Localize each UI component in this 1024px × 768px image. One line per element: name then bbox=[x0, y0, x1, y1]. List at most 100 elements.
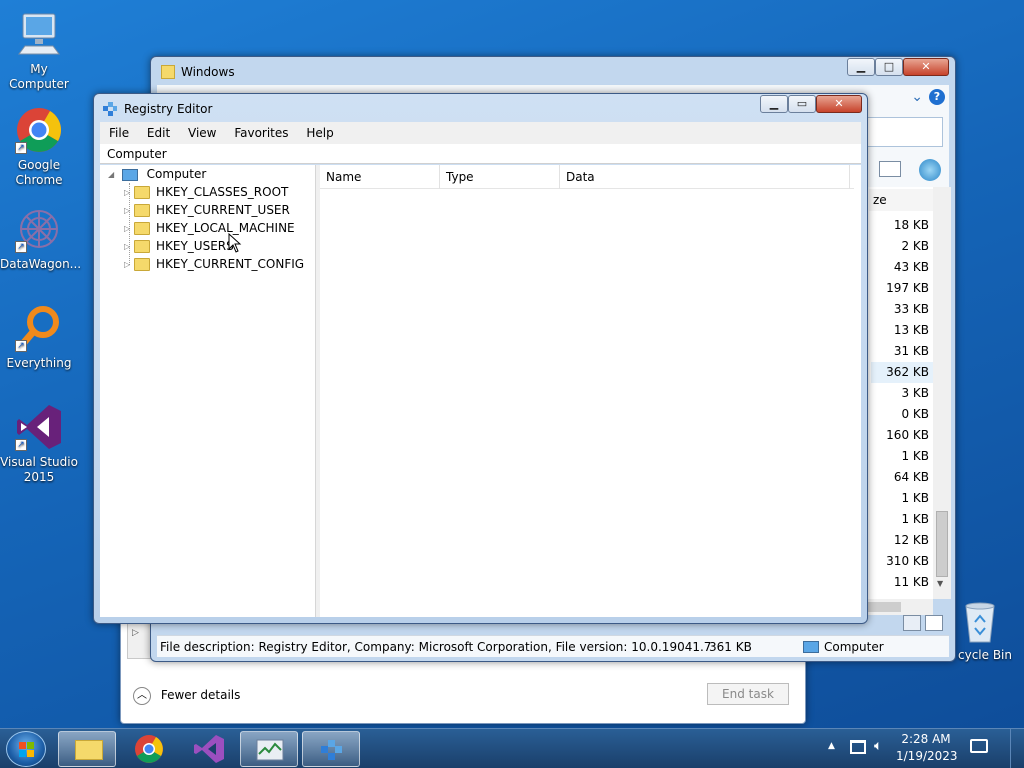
desktop-icon-label: cycle Bin bbox=[958, 648, 1012, 662]
menu-favorites[interactable]: Favorites bbox=[234, 126, 288, 140]
explorer-title: Windows bbox=[181, 65, 235, 79]
tree-label: HKEY_CURRENT_CONFIG bbox=[156, 257, 305, 271]
menu-help[interactable]: Help bbox=[306, 126, 333, 140]
expand-arrow-icon[interactable]: ▷ bbox=[124, 238, 134, 256]
network-globe-icon[interactable] bbox=[919, 159, 941, 181]
left-scroll-arrow-icon[interactable]: ▷ bbox=[132, 628, 139, 638]
taskbar-chrome[interactable] bbox=[120, 731, 178, 767]
horizontal-scrollbar[interactable] bbox=[857, 599, 933, 615]
tree-label: HKEY_CLASSES_ROOT bbox=[156, 185, 289, 199]
clock-date: 1/19/2023 bbox=[896, 749, 958, 763]
start-button[interactable] bbox=[6, 731, 46, 767]
chrome-icon: ↗ bbox=[15, 106, 63, 154]
registry-editor-window: Registry Editor ▁ ▭ ✕ File Edit View Fav… bbox=[93, 93, 868, 624]
taskbar-explorer[interactable] bbox=[58, 731, 116, 767]
tree-item-hkcc[interactable]: ▷ HKEY_CURRENT_CONFIG bbox=[124, 255, 304, 273]
status-location: Computer bbox=[824, 640, 884, 654]
notification-icon[interactable] bbox=[970, 739, 988, 753]
chevron-up-icon: ︿ bbox=[133, 686, 151, 705]
status-size: 361 KB bbox=[709, 640, 752, 654]
desktop-icon-my-computer[interactable]: My Computer bbox=[0, 10, 78, 92]
clock-time: 2:28 AM bbox=[901, 732, 951, 746]
minimize-button[interactable]: ▁ bbox=[847, 58, 875, 76]
desktop-icon-datawagon[interactable]: ↗ DataWagon... bbox=[0, 205, 81, 272]
values-header: Name Type Data bbox=[320, 165, 854, 189]
fewer-details-button[interactable]: ︿ Fewer details bbox=[133, 684, 240, 706]
file-size-cell: 3 KB bbox=[901, 386, 929, 400]
column-header-name[interactable]: Name bbox=[320, 165, 440, 189]
tree-pane: ◢ Computer ▷ HKEY_CLASSES_ROOT ▷ HKEY_CURR… bbox=[100, 165, 316, 617]
help-icon[interactable]: ? bbox=[929, 89, 945, 105]
expand-arrow-icon[interactable]: ▷ bbox=[124, 202, 134, 220]
tree-item-hku[interactable]: ▷ HKEY_USERS bbox=[124, 237, 234, 255]
file-size-cell: 362 KB bbox=[871, 362, 933, 383]
chevron-down-icon[interactable]: ⌄ bbox=[911, 89, 923, 105]
folder-icon bbox=[161, 65, 175, 79]
task-manager-icon bbox=[256, 739, 284, 761]
file-size-cell: 1 KB bbox=[901, 491, 929, 505]
file-size-cell: 11 KB bbox=[893, 575, 929, 589]
tree-label: HKEY_USERS bbox=[156, 239, 234, 253]
close-button[interactable]: ✕ bbox=[903, 58, 949, 76]
desktop-icon-chrome[interactable]: ↗ Google Chrome bbox=[0, 106, 78, 188]
maximize-button[interactable]: □ bbox=[875, 58, 903, 76]
expand-arrow-icon[interactable]: ▷ bbox=[124, 220, 134, 238]
scroll-down-arrow-icon[interactable]: ▼ bbox=[937, 579, 943, 588]
show-hidden-icons-icon[interactable]: ▲ bbox=[828, 741, 835, 751]
column-header-type[interactable]: Type bbox=[440, 165, 560, 189]
show-desktop-button[interactable] bbox=[1010, 729, 1024, 768]
tree-label: HKEY_LOCAL_MACHINE bbox=[156, 221, 295, 235]
address-bar[interactable]: Computer bbox=[100, 144, 861, 164]
menu-edit[interactable]: Edit bbox=[147, 126, 170, 140]
maximize-button[interactable]: ▭ bbox=[788, 95, 816, 113]
folder-icon bbox=[75, 740, 103, 760]
expand-arrow-icon[interactable]: ▷ bbox=[124, 184, 134, 202]
size-column-header[interactable]: ze bbox=[869, 189, 933, 211]
network-icon[interactable] bbox=[850, 740, 866, 754]
tree-root-computer[interactable]: ◢ Computer bbox=[108, 165, 206, 183]
desktop-icon-label: My Computer bbox=[9, 62, 69, 91]
desktop-icon-visual-studio[interactable]: ↗ Visual Studio 2015 bbox=[0, 403, 78, 485]
minimize-button[interactable]: ▁ bbox=[760, 95, 788, 113]
tree-item-hkcu[interactable]: ▷ HKEY_CURRENT_USER bbox=[124, 201, 290, 219]
chrome-icon bbox=[135, 735, 163, 763]
clock[interactable]: 2:28 AM 1/19/2023 bbox=[896, 731, 958, 765]
taskbar-task-manager[interactable] bbox=[240, 731, 298, 767]
desktop-icon-label: Google Chrome bbox=[15, 158, 63, 187]
tree-item-hkcr[interactable]: ▷ HKEY_CLASSES_ROOT bbox=[124, 183, 288, 201]
explorer-titlebar[interactable]: Windows ▁ □ ✕ bbox=[151, 57, 955, 85]
windows-logo-icon bbox=[19, 742, 34, 757]
taskbar-registry-editor[interactable] bbox=[302, 731, 360, 767]
address-text: Computer bbox=[107, 147, 167, 161]
volume-icon[interactable]: 🔈︎ bbox=[874, 738, 882, 754]
close-button[interactable]: ✕ bbox=[816, 95, 862, 113]
details-view-icon[interactable] bbox=[903, 615, 921, 631]
large-icons-view-icon[interactable] bbox=[925, 615, 943, 631]
menu-view[interactable]: View bbox=[188, 126, 216, 140]
visual-studio-icon bbox=[194, 735, 224, 763]
menu-file[interactable]: File bbox=[109, 126, 129, 140]
scrollbar-thumb[interactable] bbox=[936, 511, 948, 577]
folder-icon bbox=[134, 186, 150, 199]
regedit-titlebar[interactable]: Registry Editor ▁ ▭ ✕ bbox=[94, 94, 867, 122]
tree-item-hklm[interactable]: ▷ HKEY_LOCAL_MACHINE bbox=[124, 219, 295, 237]
collapse-arrow-icon[interactable]: ◢ bbox=[108, 166, 118, 184]
column-header-data[interactable]: Data bbox=[560, 165, 850, 189]
expand-arrow-icon[interactable]: ▷ bbox=[124, 256, 134, 274]
tree-label: Computer bbox=[146, 167, 207, 181]
end-task-button[interactable]: End task bbox=[707, 683, 789, 705]
registry-editor-icon bbox=[321, 740, 342, 760]
taskbar-visual-studio[interactable] bbox=[180, 731, 238, 767]
file-size-cell: 31 KB bbox=[893, 344, 929, 358]
registry-editor-icon bbox=[102, 101, 118, 117]
desktop-icon-everything[interactable]: ↗ Everything bbox=[0, 304, 78, 371]
preview-pane-icon[interactable] bbox=[879, 161, 901, 177]
shortcut-arrow-icon: ↗ bbox=[15, 142, 27, 154]
magnifier-icon: ↗ bbox=[15, 304, 63, 352]
desktop-icon-label: Everything bbox=[6, 356, 72, 370]
file-size-cell: 160 KB bbox=[886, 428, 929, 442]
folder-icon bbox=[134, 240, 150, 253]
folder-icon bbox=[134, 222, 150, 235]
vertical-scrollbar[interactable]: ▼ bbox=[933, 187, 951, 599]
mouse-cursor-icon bbox=[228, 232, 242, 256]
